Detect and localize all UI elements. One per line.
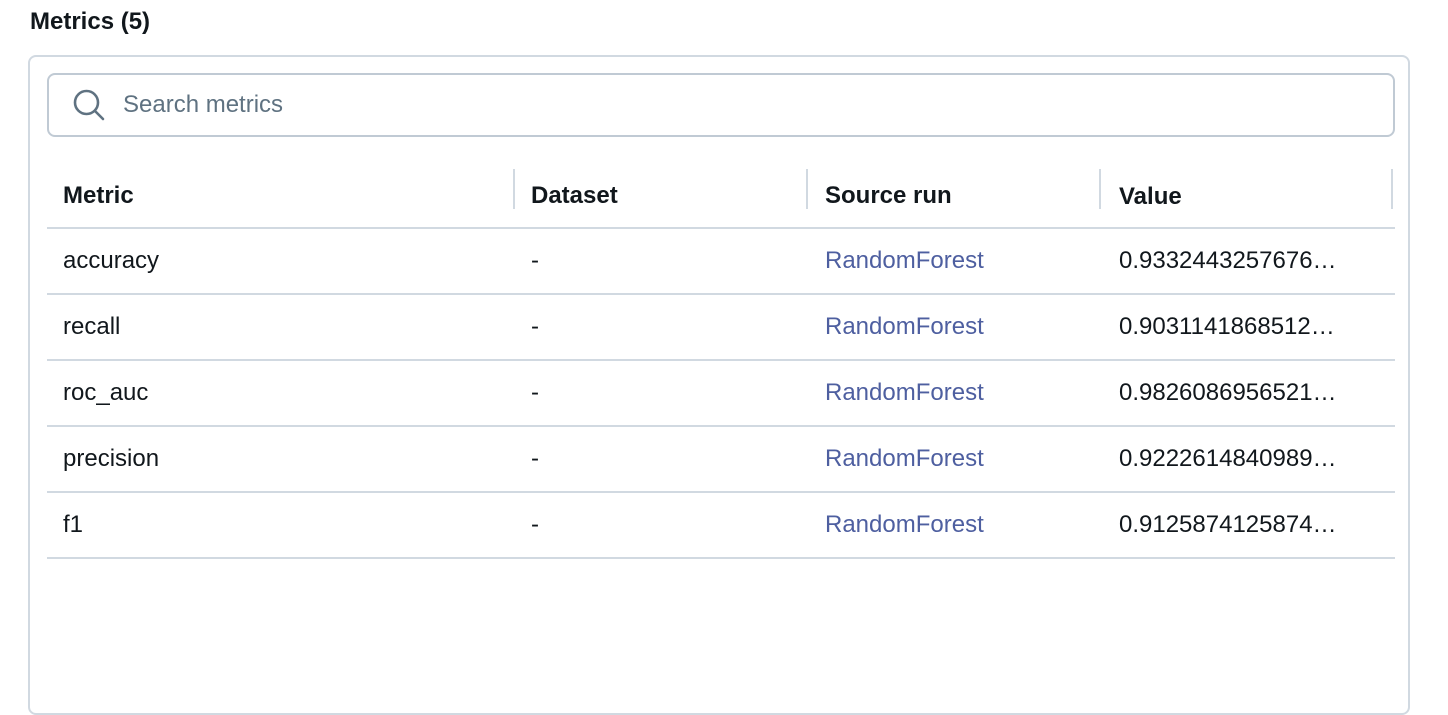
- source-run-link[interactable]: RandomForest: [825, 511, 984, 539]
- metric-value: 0.9031141868512…: [1119, 313, 1335, 340]
- table-row: f1 - RandomForest 0.9125874125874…: [47, 493, 1395, 559]
- dataset-cell: -: [531, 379, 539, 406]
- dataset-cell: -: [531, 313, 539, 340]
- table-header: Metric Dataset Source run Value: [47, 165, 1395, 229]
- dataset-cell: -: [531, 445, 539, 472]
- metrics-table: Metric Dataset Source run Value accuracy…: [47, 165, 1395, 559]
- section-title: Metrics (5): [30, 8, 151, 35]
- source-run-link[interactable]: RandomForest: [825, 313, 984, 341]
- source-run-link[interactable]: RandomForest: [825, 247, 984, 275]
- header-source-run[interactable]: Source run: [825, 165, 952, 227]
- table-row: precision - RandomForest 0.9222614840989…: [47, 427, 1395, 493]
- table-row: recall - RandomForest 0.9031141868512…: [47, 295, 1395, 361]
- metric-value: 0.9332443257676…: [1119, 247, 1337, 274]
- search-box[interactable]: [47, 73, 1395, 137]
- source-run-link[interactable]: RandomForest: [825, 379, 984, 407]
- metric-name: precision: [63, 445, 160, 472]
- metric-value: 0.9826086956521…: [1119, 379, 1337, 406]
- search-icon: [71, 87, 107, 123]
- column-divider[interactable]: [513, 169, 515, 209]
- table-row: accuracy - RandomForest 0.9332443257676…: [47, 229, 1395, 295]
- column-divider[interactable]: [806, 169, 808, 209]
- source-run-link[interactable]: RandomForest: [825, 445, 984, 473]
- dataset-cell: -: [531, 511, 539, 538]
- column-divider[interactable]: [1391, 169, 1393, 209]
- header-dataset[interactable]: Dataset: [531, 165, 618, 227]
- dataset-cell: -: [531, 247, 539, 274]
- metric-name: f1: [63, 511, 84, 538]
- search-input[interactable]: [121, 90, 1325, 120]
- metric-value: 0.9222614840989…: [1119, 445, 1337, 472]
- metric-name: accuracy: [63, 247, 160, 274]
- table-row: roc_auc - RandomForest 0.9826086956521…: [47, 361, 1395, 427]
- header-value[interactable]: Value: [1119, 165, 1379, 227]
- metric-value: 0.9125874125874…: [1119, 511, 1337, 538]
- column-divider[interactable]: [1099, 169, 1101, 209]
- metrics-panel: Metric Dataset Source run Value accuracy…: [28, 55, 1410, 715]
- header-metric[interactable]: Metric: [63, 165, 134, 227]
- metric-name: roc_auc: [63, 379, 149, 406]
- metric-name: recall: [63, 313, 121, 340]
